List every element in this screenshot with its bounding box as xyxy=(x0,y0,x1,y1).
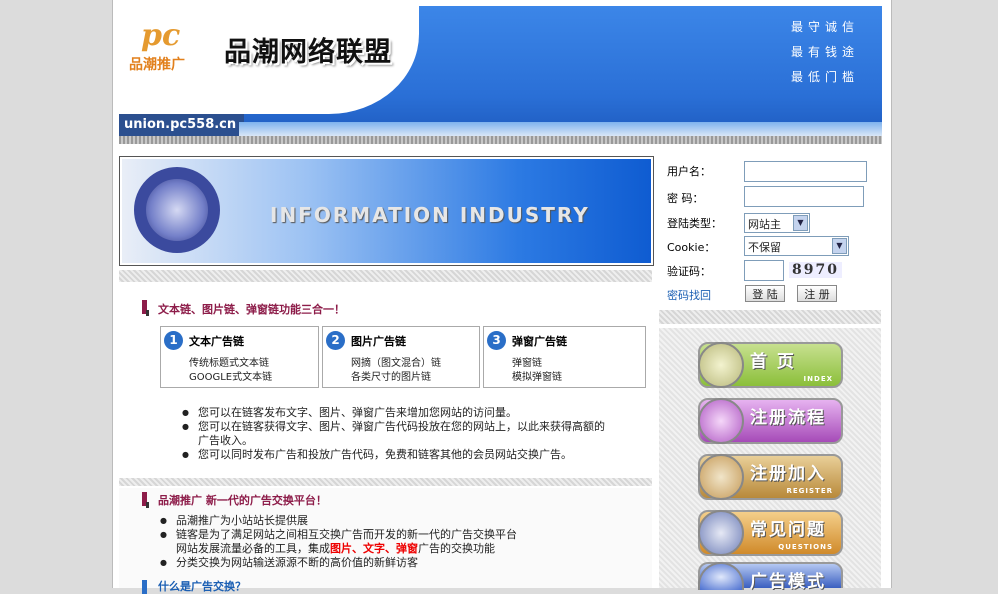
nav-register-flow-button[interactable]: 注册流程 xyxy=(698,398,843,444)
feature-title: 图片广告链 xyxy=(351,335,406,348)
feature-line: 各类尺寸的图片链 xyxy=(351,372,431,383)
platform-list: 品潮推广为小站站长提供展 链客是为了满足网站之间相互交换广告而开发的新一代的广告… xyxy=(160,514,650,570)
home-icon xyxy=(698,342,744,388)
nav-sublabel: REGISTER xyxy=(786,487,833,495)
header-divider xyxy=(119,136,882,144)
login-type-value: 网站主 xyxy=(748,218,781,231)
feature-text-ads: 1 文本广告链 传统标题式文本链 GOOGLE式文本链 xyxy=(160,326,319,388)
feature-line: 传统标题式文本链 xyxy=(189,358,269,369)
list-text: 网站发展流量必备的工具，集成 xyxy=(176,542,330,555)
captcha-input[interactable] xyxy=(744,260,784,281)
site-url: union.pc558.cn xyxy=(119,114,244,136)
username-input[interactable] xyxy=(744,161,867,182)
list-item: 品潮推广为小站站长提供展 xyxy=(160,514,650,528)
ad-mode-icon xyxy=(698,562,744,590)
flow-icon xyxy=(698,398,744,444)
feature-popup-ads: 3 弹窗广告链 弹窗链 模拟弹窗链 xyxy=(483,326,646,388)
list-item: 网站发展流量必备的工具，集成图片、文字、弹窗广告的交换功能 xyxy=(160,542,650,556)
information-banner: INFORMATION INDUSTRY xyxy=(119,156,654,266)
feature-line: 弹窗链 xyxy=(512,358,542,369)
nav-label: 注册流程 xyxy=(750,408,826,428)
nav-sublabel: QUESTIONS xyxy=(778,543,833,551)
logo-subtitle: 品潮推广 xyxy=(129,57,185,73)
login-type-label: 登陆类型： xyxy=(667,217,722,230)
section-marker xyxy=(146,502,149,508)
forgot-password-link[interactable]: 密码找回 xyxy=(667,287,711,303)
chevron-down-icon: ▼ xyxy=(793,215,808,231)
login-type-select[interactable]: 网站主 ▼ xyxy=(744,213,810,233)
username-label: 用户名： xyxy=(667,165,711,178)
benefit-list: 您可以在链客发布文字、图片、弹窗广告来增加您网站的访问量。 您可以在链客获得文字… xyxy=(182,406,647,462)
slogan: 最低门槛 xyxy=(791,70,860,84)
register-button[interactable]: 注 册 xyxy=(797,285,837,302)
chevron-down-icon: ▼ xyxy=(832,238,847,254)
list-item: 链客是为了满足网站之间相互交换广告而开发的新一代的广告交换平台 xyxy=(160,528,650,542)
section-marker xyxy=(142,580,147,594)
list-item: 您可以在链客获得文字、图片、弹窗广告代码投放在您的网站上，以此来获得高额的 xyxy=(182,420,647,434)
banner-logo-icon xyxy=(134,167,220,253)
list-item-continuation: 广告收入。 xyxy=(198,434,253,447)
feature-title: 文本广告链 xyxy=(189,335,244,348)
nav-faq-button[interactable]: 常见问题 QUESTIONS xyxy=(698,510,843,556)
cookie-label: Cookie： xyxy=(667,241,716,254)
password-input[interactable] xyxy=(744,186,864,207)
list-text: 广告的交换功能 xyxy=(418,542,495,555)
nav-home-button[interactable]: 首 页 INDEX xyxy=(698,342,843,388)
section-marker xyxy=(146,310,149,316)
header-strip xyxy=(239,122,882,136)
list-item: 您可以同时发布广告和投放广告代码，免费和链客其他的会员网站交换广告。 xyxy=(182,448,647,462)
list-item: 广告收入。 xyxy=(182,434,647,448)
number-1-icon: 1 xyxy=(164,331,183,350)
password-label: 密 码： xyxy=(667,192,704,205)
number-3-icon: 3 xyxy=(487,331,506,350)
cookie-value: 不保留 xyxy=(748,241,781,254)
feature-line: 模拟弹窗链 xyxy=(512,372,562,383)
slogan-list: 最守诚信 最有钱途 最低门槛 xyxy=(791,18,859,93)
feature-image-ads: 2 图片广告链 网摘（图文混合）链 各类尺寸的图片链 xyxy=(322,326,480,388)
nav-ad-mode-button[interactable]: 广告模式 xyxy=(698,562,843,592)
logo-pc-text: pc xyxy=(141,18,181,53)
list-item: 您可以在链客发布文字、图片、弹窗广告来增加您网站的访问量。 xyxy=(182,406,647,420)
list-item: 分类交换为网站输送源源不断的高价值的新鲜访客 xyxy=(160,556,650,570)
feature-title: 弹窗广告链 xyxy=(512,335,567,348)
cookie-select[interactable]: 不保留 ▼ xyxy=(744,236,849,256)
feature-line: 网摘（图文混合）链 xyxy=(351,358,441,369)
section-title: 什么是广告交换？ xyxy=(158,580,246,593)
nav-sublabel: INDEX xyxy=(803,375,833,383)
nav-label: 广告模式 xyxy=(750,572,826,592)
slogan: 最有钱途 xyxy=(791,45,860,59)
nav-label: 注册加入 xyxy=(750,464,826,484)
highlight-text: 图片、文字、弹窗 xyxy=(330,542,418,555)
nav-join-button[interactable]: 注册加入 REGISTER xyxy=(698,454,843,500)
feature-line: GOOGLE式文本链 xyxy=(189,372,273,383)
captcha-image: 8970 xyxy=(789,262,842,278)
captcha-label: 验证码： xyxy=(667,265,711,278)
number-2-icon: 2 xyxy=(326,331,345,350)
logo-area: pc 品潮推广 品潮网络联盟 xyxy=(119,6,419,114)
hatch-divider xyxy=(659,310,881,324)
hatch-divider xyxy=(119,478,652,486)
section-title: 文本链、图片链、弹窗链功能三合一！ xyxy=(158,303,345,316)
hatch-divider xyxy=(119,270,652,282)
banner-text: INFORMATION INDUSTRY xyxy=(270,203,590,227)
header-banner: pc 品潮推广 品潮网络联盟 最守诚信 最有钱途 最低门槛 union.pc55… xyxy=(119,6,882,136)
section-title: 品潮推广 新一代的广告交换平台！ xyxy=(158,494,327,507)
login-button[interactable]: 登 陆 xyxy=(745,285,785,302)
site-title: 品潮网络联盟 xyxy=(224,37,392,68)
register-icon xyxy=(698,454,744,500)
question-icon xyxy=(698,510,744,556)
slogan: 最守诚信 xyxy=(791,20,860,34)
nav-label: 常见问题 xyxy=(750,520,826,540)
nav-label: 首 页 xyxy=(750,352,796,372)
